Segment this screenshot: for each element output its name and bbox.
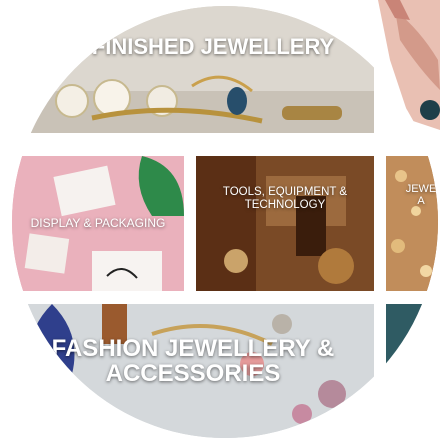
category-partial-right[interactable]: JEWE A [386, 156, 438, 291]
partial-right-photo [386, 156, 438, 291]
tools-equipment-photo [196, 156, 374, 291]
category-fashion-jewellery[interactable]: FASHION JEWELLERY & ACCESSORIES [12, 304, 374, 438]
partial-right-label: JEWE A [405, 183, 437, 207]
partial-bottom-right-photo [386, 304, 438, 438]
tools-equipment-label: TOOLS, EQUIPMENT & TECHNOLOGY [222, 186, 348, 211]
category-display-packaging[interactable]: DISPLAY & PACKAGING [12, 156, 184, 291]
category-tools-equipment[interactable]: TOOLS, EQUIPMENT & TECHNOLOGY [196, 156, 374, 291]
category-finished-jewellery[interactable]: FINISHED JEWELLERY [12, 6, 374, 133]
fashion-jewellery-label: FASHION JEWELLERY & ACCESSORIES [51, 334, 335, 387]
finished-jewellery-label: FINISHED JEWELLERY [91, 34, 335, 60]
category-disc: FINISHED JEWELLERY DISPLAY & PACKAGING T… [12, 6, 438, 438]
display-packaging-label: DISPLAY & PACKAGING [30, 216, 166, 231]
finished-jewellery-photo [12, 6, 374, 133]
